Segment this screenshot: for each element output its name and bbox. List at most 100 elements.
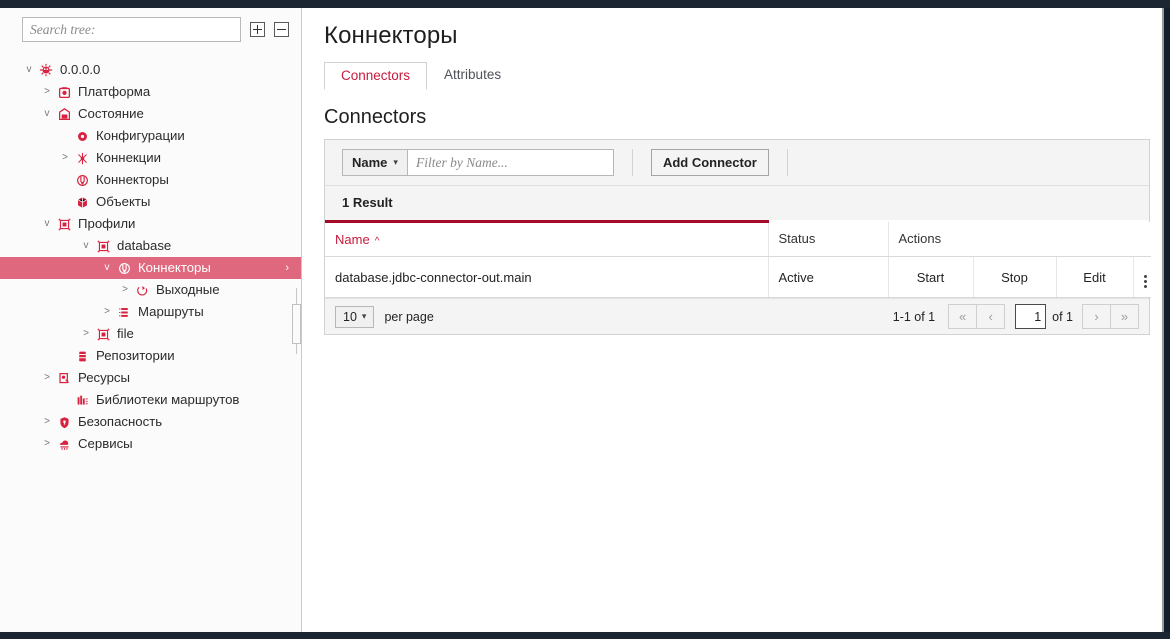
tree-item-file[interactable]: > file — [0, 323, 301, 345]
chevron-down-icon[interactable]: v — [40, 219, 54, 229]
collapse-all-icon[interactable] — [274, 22, 289, 37]
edit-button[interactable]: Edit — [1056, 257, 1133, 298]
repositories-icon — [72, 350, 92, 363]
tree-item-label: Конфигурации — [96, 129, 185, 143]
connectors-card: Name ▾ Add Connector 1 Result — [324, 139, 1150, 335]
page-number-input[interactable] — [1015, 304, 1046, 329]
tree-item-konnektsii[interactable]: > Коннекции — [0, 147, 301, 169]
tree-item-label: Библиотеки маршрутов — [96, 393, 239, 407]
tree-item-label: Выходные — [156, 283, 220, 297]
chevron-right-icon[interactable]: > — [79, 329, 93, 339]
outbound-icon — [132, 284, 152, 297]
pagination-bar: 10 ▾ per page 1-1 of 1 « ‹ of 1 › » — [325, 298, 1149, 334]
tree-item-marshruty[interactable]: > Маршруты — [0, 301, 301, 323]
toolbar-divider-2 — [787, 149, 788, 176]
kebab-icon — [1144, 275, 1147, 288]
connectors-icon — [72, 174, 92, 187]
tree-item-label: Репозитории — [96, 349, 175, 363]
tree-item-label: Ресурсы — [78, 371, 130, 385]
table-header-row: Name^ Status Actions — [325, 222, 1151, 257]
filter-field-select[interactable]: Name ▾ — [342, 149, 408, 176]
sidebar-scrollbar[interactable] — [292, 8, 301, 632]
pagination-range: 1-1 of 1 — [893, 310, 935, 324]
tree-item-label: file — [117, 327, 134, 341]
filter-input[interactable] — [408, 149, 614, 176]
chevron-down-icon[interactable]: v — [40, 109, 54, 119]
tree-item-sostoyanie[interactable]: v Состояние — [0, 103, 301, 125]
tree-item-label: Маршруты — [138, 305, 204, 319]
add-connector-button[interactable]: Add Connector — [651, 149, 769, 177]
per-page-value: 10 — [343, 310, 357, 324]
start-button[interactable]: Start — [888, 257, 973, 298]
tree-item-konfiguratsii[interactable]: Конфигурации — [0, 125, 301, 147]
chevron-right-icon[interactable]: > — [100, 307, 114, 317]
main-content: Коннекторы Connectors Attributes Connect… — [302, 8, 1162, 632]
search-input[interactable] — [22, 17, 241, 42]
next-page-button[interactable]: › — [1082, 304, 1111, 329]
profile-icon — [93, 240, 113, 253]
expand-all-icon[interactable] — [250, 22, 265, 37]
stop-button[interactable]: Stop — [973, 257, 1056, 298]
filter-toolbar: Name ▾ Add Connector — [325, 140, 1149, 186]
tree-item-root[interactable]: v 0.0.0.0 — [0, 59, 301, 81]
configuration-icon — [72, 130, 92, 143]
routes-icon — [114, 306, 134, 319]
tree-item-biblioteki-marshrutov[interactable]: Библиотеки маршрутов — [0, 389, 301, 411]
tree-item-vyhodnye[interactable]: > Выходные — [0, 279, 301, 301]
tree-item-database[interactable]: v database — [0, 235, 301, 257]
tab-connectors[interactable]: Connectors — [324, 62, 427, 91]
toolbar-divider — [632, 149, 633, 176]
cell-connector-name: database.jdbc-connector-out.main — [325, 257, 768, 298]
column-header-name[interactable]: Name^ — [325, 222, 768, 257]
chevron-right-icon[interactable]: > — [40, 373, 54, 383]
tree-item-label: Сервисы — [78, 437, 133, 451]
chevron-right-icon[interactable]: › — [285, 262, 289, 274]
chevron-down-icon[interactable]: v — [79, 241, 93, 251]
tree-item-servisy[interactable]: > Сервисы — [0, 433, 301, 455]
table-row[interactable]: database.jdbc-connector-out.main Active … — [325, 257, 1151, 298]
tree-item-label: Состояние — [78, 107, 144, 121]
chevron-down-icon: ▾ — [393, 157, 398, 168]
chevron-right-icon[interactable]: > — [40, 439, 54, 449]
status-icon — [54, 108, 74, 121]
services-icon — [54, 438, 74, 451]
per-page-select[interactable]: 10 ▾ — [335, 306, 374, 328]
tree-item-label: Коннекторы — [96, 173, 169, 187]
chevron-right-icon[interactable]: > — [40, 417, 54, 427]
first-page-button[interactable]: « — [948, 304, 977, 329]
tree-item-label: Объекты — [96, 195, 150, 209]
tab-attributes[interactable]: Attributes — [427, 61, 518, 90]
results-count: 1 Result — [325, 186, 1149, 220]
chevron-right-icon[interactable]: > — [58, 153, 72, 163]
tree-item-profili[interactable]: v Профили — [0, 213, 301, 235]
connections-icon — [72, 152, 92, 165]
platform-icon — [54, 86, 74, 99]
tree-item-obekty[interactable]: Объекты — [0, 191, 301, 213]
chevron-right-icon[interactable]: > — [40, 87, 54, 97]
last-page-button[interactable]: » — [1110, 304, 1139, 329]
prev-page-button[interactable]: ‹ — [976, 304, 1005, 329]
chevron-right-icon[interactable]: > — [118, 285, 132, 295]
tree-item-label: Профили — [78, 217, 135, 231]
cell-status: Active — [768, 257, 888, 298]
chevron-down-icon[interactable]: v — [22, 65, 36, 75]
tree-item-resursy[interactable]: > Ресурсы — [0, 367, 301, 389]
tree-item-platforma[interactable]: > Платформа — [0, 81, 301, 103]
tree-item-konnektory[interactable]: Коннекторы — [0, 169, 301, 191]
window-bottom-chrome — [0, 632, 1170, 639]
scrollbar-thumb[interactable] — [292, 304, 301, 344]
pager-controls: 1-1 of 1 « ‹ of 1 › » — [893, 304, 1139, 329]
tree-item-repozitorii[interactable]: Репозитории — [0, 345, 301, 367]
total-pages-label: of 1 — [1052, 310, 1073, 324]
tree-item-label: Платформа — [78, 85, 150, 99]
column-header-status: Status — [768, 222, 888, 257]
tree-item-label: Коннекции — [96, 151, 161, 165]
row-menu-button[interactable] — [1133, 257, 1151, 298]
chevron-down-icon[interactable]: v — [100, 263, 114, 273]
tree-item-bezopasnost[interactable]: > Безопасность — [0, 411, 301, 433]
tree-item-label: 0.0.0.0 — [60, 63, 100, 77]
tree-search-row — [0, 8, 301, 42]
tree-item-label: database — [117, 239, 171, 253]
tree-item-konnektory-selected[interactable]: v Коннекторы › — [0, 257, 301, 279]
column-header-actions: Actions — [888, 222, 1151, 257]
